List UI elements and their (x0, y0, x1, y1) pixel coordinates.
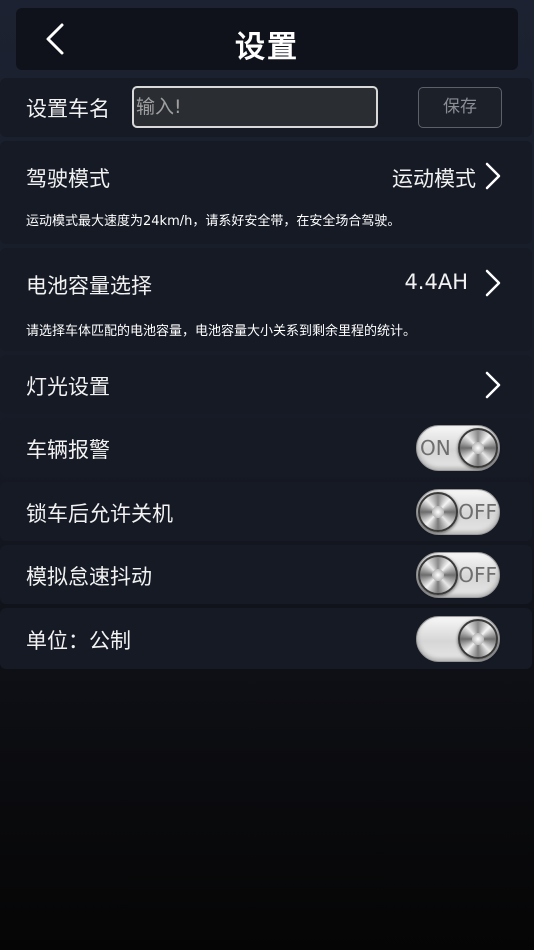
unit-toggle[interactable] (416, 616, 500, 662)
lock-shutdown-toggle[interactable]: OFF (416, 489, 500, 535)
idle-shake-toggle[interactable]: OFF (416, 552, 500, 598)
car-name-input[interactable] (132, 86, 378, 128)
drive-mode-value: 运动模式 (392, 167, 476, 191)
unit-label: 单位：公制 (26, 629, 131, 653)
chevron-right-icon (485, 371, 501, 399)
toggle-knob (458, 428, 498, 468)
battery-capacity-label: 电池容量选择 (26, 274, 152, 298)
toggle-knob (458, 619, 498, 659)
idle-shake-label: 模拟怠速抖动 (26, 565, 152, 589)
battery-capacity-description: 请选择车体匹配的电池容量，电池容量大小关系到剩余里程的统计。 (26, 324, 417, 339)
unit-row: 单位：公制 (0, 608, 532, 669)
save-button[interactable]: 保存 (418, 87, 502, 128)
toggle-knob (418, 492, 458, 532)
drive-mode-row[interactable]: 驾驶模式 运动模式 运动模式最大速度为24km/h，请系好安全带，在安全场合驾驶… (0, 141, 532, 244)
idle-shake-row: 模拟怠速抖动 OFF (0, 545, 532, 604)
car-name-row: 设置车名 保存 (0, 78, 532, 137)
toggle-state-text: OFF (458, 563, 497, 587)
light-settings-label: 灯光设置 (26, 375, 110, 399)
car-name-label: 设置车名 (26, 97, 110, 121)
drive-mode-label: 驾驶模式 (26, 167, 110, 191)
chevron-right-icon (485, 162, 501, 190)
page-title: 设置 (235, 30, 299, 65)
top-bar: 设置 (16, 8, 518, 70)
toggle-knob (418, 555, 458, 595)
lock-shutdown-label: 锁车后允许关机 (26, 502, 173, 526)
toggle-state-text: ON (420, 436, 451, 460)
toggle-state-text: OFF (458, 500, 497, 524)
battery-capacity-value: 4.4AH (404, 270, 468, 294)
vehicle-alarm-row: 车辆报警 ON (0, 418, 532, 477)
drive-mode-description: 运动模式最大速度为24km/h，请系好安全带，在安全场合驾驶。 (26, 214, 401, 229)
chevron-right-icon (485, 269, 501, 297)
battery-capacity-row[interactable]: 电池容量选择 4.4AH 请选择车体匹配的电池容量，电池容量大小关系到剩余里程的… (0, 248, 532, 351)
vehicle-alarm-toggle[interactable]: ON (416, 425, 500, 471)
lock-shutdown-row: 锁车后允许关机 OFF (0, 482, 532, 541)
vehicle-alarm-label: 车辆报警 (26, 438, 110, 462)
light-settings-row[interactable]: 灯光设置 (0, 355, 532, 414)
